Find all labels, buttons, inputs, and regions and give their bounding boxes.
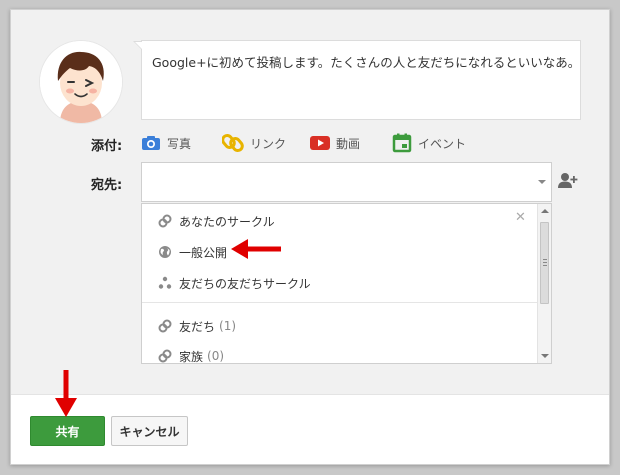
chevron-down-icon[interactable] [538, 180, 546, 184]
dropdown-divider [142, 302, 537, 303]
close-icon[interactable]: ✕ [515, 210, 526, 225]
scroll-up-icon[interactable] [541, 209, 549, 213]
dropdown-item-label: 友だちの友だちサークル [179, 276, 311, 291]
dropdown-item-label: 一般公開 [179, 245, 228, 260]
recipient-input[interactable] [141, 162, 552, 202]
post-text-box[interactable]: Google+に初めて投稿します。たくさんの人と友だちになれるといいなあ。 [133, 40, 581, 120]
camera-icon [142, 136, 160, 150]
circle-link-icon [158, 349, 172, 363]
member-count: (1) [219, 319, 237, 333]
share-button[interactable]: 共有 [30, 416, 105, 446]
attach-event-button[interactable]: イベント [392, 133, 466, 153]
scroll-thumb[interactable] [540, 222, 549, 304]
link-icon [222, 133, 244, 153]
dropdown-item-label: 友だち [179, 319, 216, 334]
dropdown-item-family[interactable]: 家族 (0) [158, 346, 225, 364]
dropdown-item-label: あなたのサークル [179, 214, 275, 229]
circle-link-icon [158, 214, 172, 228]
recipient-label: 宛先: [91, 178, 123, 193]
dropdown-item-your-circles[interactable]: あなたのサークル [158, 211, 275, 231]
circle-selector-dropdown: あなたのサークル ✕ 一般公開 友だちの友だちサークル 友だち (1) 家族 (… [141, 203, 552, 364]
attach-video-button[interactable]: 動画 [310, 133, 360, 153]
dropdown-item-label: 家族 [179, 349, 204, 364]
annotation-arrow-left-icon [231, 239, 281, 259]
scroll-down-icon[interactable] [541, 354, 549, 358]
dropdown-scrollbar[interactable] [537, 204, 551, 363]
dropdown-item-extended-circles[interactable]: 友だちの友だちサークル [158, 273, 311, 293]
attach-photo-button[interactable]: 写真 [141, 133, 191, 153]
dropdown-item-public[interactable]: 一般公開 [158, 242, 227, 262]
attach-label: 添付: [91, 139, 123, 154]
video-icon [310, 136, 330, 150]
globe-icon [159, 246, 171, 258]
attach-video-label: 動画 [336, 136, 361, 151]
attach-link-label: リンク [250, 136, 287, 151]
grip-icon [543, 259, 547, 260]
member-count: (0) [207, 349, 225, 363]
attach-event-label: イベント [418, 136, 467, 151]
extended-circles-icon [158, 276, 172, 289]
share-dialog: Google+に初めて投稿します。たくさんの人と友だちになれるといいなあ。 添付… [10, 9, 610, 465]
attach-link-button[interactable]: リンク [222, 133, 286, 153]
cancel-button[interactable]: キャンセル [111, 416, 188, 446]
user-avatar [40, 41, 122, 123]
circle-link-icon [158, 319, 172, 333]
calendar-icon [392, 133, 412, 153]
post-text: Google+に初めて投稿します。たくさんの人と友だちになれるといいなあ。 [152, 55, 581, 70]
add-person-icon[interactable] [558, 172, 578, 194]
annotation-arrow-down-icon [55, 370, 77, 417]
attach-photo-label: 写真 [167, 136, 192, 151]
dropdown-item-friends[interactable]: 友だち (1) [158, 316, 236, 336]
